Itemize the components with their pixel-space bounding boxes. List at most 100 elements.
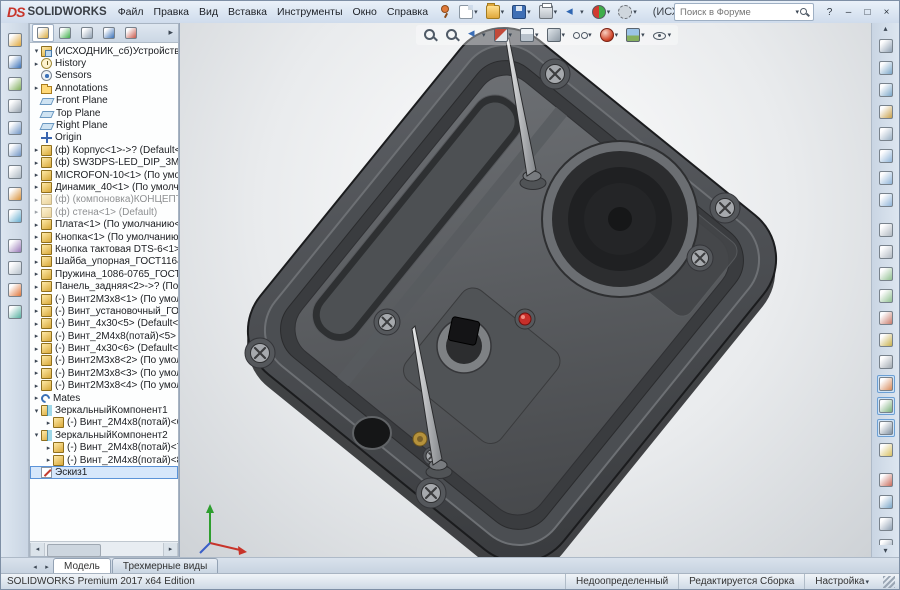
expand-arrow-icon[interactable]: ▸ <box>32 295 41 303</box>
bill-of-materials-icon[interactable] <box>6 259 24 277</box>
tree-item[interactable]: Right Plane <box>30 119 178 131</box>
panel-tab-propertymanager[interactable] <box>54 24 76 42</box>
assembly-features-icon[interactable] <box>6 185 24 203</box>
menu-item-0[interactable]: Файл <box>113 4 149 20</box>
expand-arrow-icon[interactable]: ▸ <box>32 357 41 365</box>
expand-arrow-icon[interactable]: ▸ <box>44 456 53 464</box>
shaded-display-icon[interactable] <box>877 287 895 305</box>
screw[interactable] <box>687 245 713 271</box>
menu-item-3[interactable]: Вставка <box>223 4 272 20</box>
tree-item[interactable]: ▸Mates <box>30 392 178 404</box>
new-document-icon[interactable]: ▾ <box>457 3 480 21</box>
panel-tab-configurationmanager[interactable] <box>76 24 98 42</box>
screw[interactable] <box>374 309 400 335</box>
edit-appearance-icon[interactable]: ▾ <box>598 26 621 44</box>
show-hidden-components-icon[interactable] <box>6 163 24 181</box>
expand-arrow-icon[interactable]: ▸ <box>32 307 41 315</box>
mass-properties-icon[interactable] <box>877 353 895 371</box>
screw[interactable] <box>245 338 275 368</box>
tree-item[interactable]: ▸(ф) Корпус<1>->? (Default<<Default>_Ph <box>30 144 178 156</box>
tree-item[interactable]: ▾ЗеркальныйКомпонент1 <box>30 404 178 416</box>
expand-arrow-icon[interactable]: ▸ <box>32 171 41 179</box>
interference-detection-icon[interactable] <box>6 303 24 321</box>
tree-item[interactable]: ▸Плата<1> (По умолчанию<<По умолчан <box>30 218 178 230</box>
expand-arrow-icon[interactable]: ▸ <box>32 208 41 216</box>
expand-arrow-icon[interactable]: ▸ <box>32 258 41 266</box>
tree-item[interactable]: ▸Annotations <box>30 82 178 94</box>
save-icon[interactable]: ▾ <box>510 3 533 21</box>
tree-item[interactable]: ▸(-) Винт2М3х8<1> (По умолчанию<<По <box>30 293 178 305</box>
expand-arrow-icon[interactable]: ▸ <box>32 245 41 253</box>
tree-item[interactable]: ▸(-) Винт_4х30<6> (Default<<Default>_Сос… <box>30 342 178 354</box>
expand-arrow-icon[interactable]: ▸ <box>32 233 41 241</box>
reference-geometry-icon[interactable] <box>6 207 24 225</box>
expand-arrow-icon[interactable]: ▸ <box>32 332 41 340</box>
minimize-button[interactable]: – <box>839 4 858 21</box>
appearance-tool-icon[interactable] <box>877 375 895 393</box>
screw[interactable] <box>416 478 446 508</box>
expand-arrow-icon[interactable]: ▸ <box>32 221 41 229</box>
expand-arrow-icon[interactable]: ▸ <box>32 146 41 154</box>
normal-to-icon[interactable] <box>877 191 895 209</box>
toolbar-scroll-up-icon[interactable]: ▴ <box>872 23 899 35</box>
cable-hole[interactable] <box>353 417 391 449</box>
tree-item[interactable]: ▸(-) Винт2М3х8<3> (По умолчанию<<По <box>30 367 178 379</box>
sketch-tool-icon[interactable] <box>877 471 895 489</box>
plane-tool-icon[interactable] <box>877 493 895 511</box>
expand-arrow-icon[interactable]: ▸ <box>44 444 53 452</box>
tree-item[interactable]: Sensors <box>30 70 178 82</box>
view-orientation-icon[interactable]: ▾ <box>518 26 541 44</box>
scroll-left-button[interactable]: ◂ <box>30 543 45 556</box>
resize-grip[interactable] <box>883 576 895 588</box>
expand-arrow-icon[interactable]: ▸ <box>32 196 41 204</box>
screw[interactable] <box>710 193 740 223</box>
rotate-component-icon[interactable] <box>6 141 24 159</box>
tree-item[interactable]: ▸(-) Винт_2М4х8(потай)<8> (Default< <box>30 454 178 466</box>
tree-item[interactable]: ▸Пружина_1086-0765_ГОСТ18793-80<2> ( <box>30 268 178 280</box>
help-button[interactable]: ? <box>820 4 839 21</box>
tree-item[interactable]: ▸MICROFON-10<1> (По умолчанию<<По <box>30 169 178 181</box>
search-icon[interactable] <box>799 7 810 18</box>
expand-arrow-icon[interactable]: ▸ <box>32 270 41 278</box>
tree-item[interactable]: ▸Кнопка тактовая DTS-6<1> (По умолчан <box>30 243 178 255</box>
expand-arrow-icon[interactable]: ▸ <box>32 283 41 291</box>
expand-arrow-icon[interactable]: ▾ <box>32 47 41 55</box>
insert-components-icon[interactable] <box>6 31 24 49</box>
options-icon[interactable]: ▾ <box>616 3 639 21</box>
pin-menu-icon[interactable] <box>435 3 453 21</box>
select-tool-icon[interactable] <box>877 37 895 55</box>
hidden-lines-visible-icon[interactable] <box>877 243 895 261</box>
expand-arrow-icon[interactable]: ▸ <box>32 382 41 390</box>
tree-item[interactable]: ▸(ф) (компоновка)КОНЦЕПТ_3<2> (Default <box>30 194 178 206</box>
tree-horizontal-scrollbar[interactable]: ◂ ▸ <box>30 541 178 556</box>
coordinate-system-tool-icon[interactable] <box>877 537 895 545</box>
scroll-right-button[interactable]: ▸ <box>163 543 178 556</box>
measure-tool-icon[interactable] <box>877 331 895 349</box>
doc-tab-model[interactable]: Модель <box>53 558 111 573</box>
menu-item-6[interactable]: Справка <box>382 4 433 20</box>
tree-item[interactable]: ▸Панель_задняя<2>->? (По умолчанию< <box>30 280 178 292</box>
display-style-icon[interactable]: ▾ <box>545 26 568 44</box>
axis-tool-icon[interactable] <box>877 515 895 533</box>
tree-item[interactable]: Front Plane <box>30 95 178 107</box>
new-motion-study-icon[interactable] <box>6 237 24 255</box>
linear-component-pattern-icon[interactable] <box>6 75 24 93</box>
zoom-to-area-icon[interactable] <box>443 26 461 44</box>
screw[interactable] <box>540 59 570 89</box>
tree-item[interactable]: ▸(ф) SW3DPS-LED_DIP_3MM-DEFAULT<1> ( <box>30 157 178 169</box>
expand-arrow-icon[interactable]: ▸ <box>32 320 41 328</box>
toolbar-scroll-down-icon[interactable]: ▾ <box>872 545 899 557</box>
tree-item[interactable]: ▸(-) Винт_4х30<5> (Default<<Default>_Сос… <box>30 318 178 330</box>
expand-arrow-icon[interactable]: ▾ <box>32 407 41 415</box>
expand-arrow-icon[interactable]: ▸ <box>32 159 41 167</box>
smart-fasteners-icon[interactable] <box>6 97 24 115</box>
previous-view-icon[interactable]: ▾ <box>465 26 488 44</box>
device-case[interactable] <box>219 23 804 557</box>
wireframe-display-icon[interactable] <box>877 221 895 239</box>
zoom-to-fit-icon[interactable] <box>421 26 439 44</box>
zoom-to-area-tool-icon[interactable] <box>877 81 895 99</box>
tree-item[interactable]: ▸Динамик_40<1> (По умолчанию<<По ум <box>30 181 178 193</box>
panel-collapse-arrow-icon[interactable]: ▸ <box>165 27 176 38</box>
tree-item[interactable]: ▾ЗеркальныйКомпонент2 <box>30 429 178 441</box>
rebuild-icon[interactable]: ▾ <box>590 3 613 21</box>
